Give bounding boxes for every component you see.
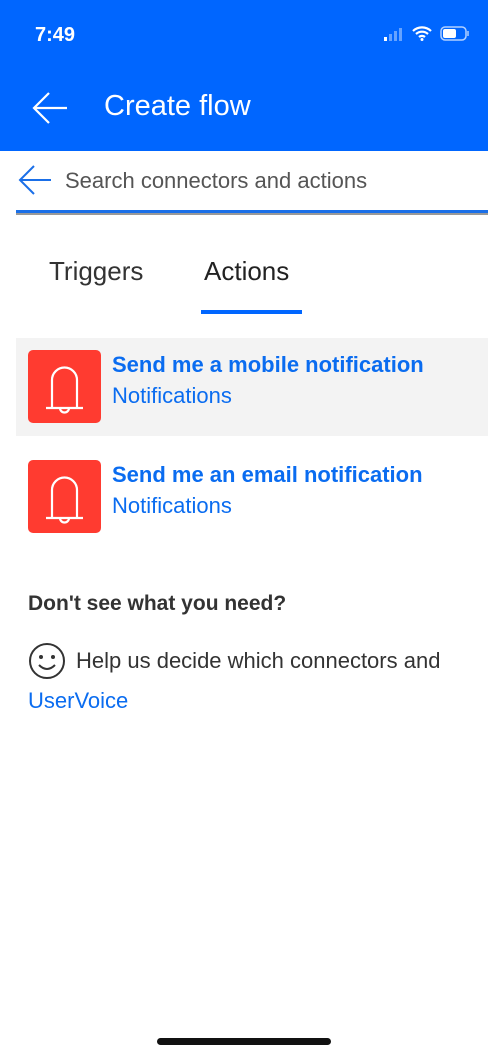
smiley-icon [29,643,65,679]
active-tab-indicator [201,310,302,314]
item-subtitle: Notifications [112,383,232,408]
list-item[interactable]: Send me an email notification Notificati… [16,448,488,546]
tab-actions[interactable]: Actions [204,256,289,287]
item-title: Send me a mobile notification [112,352,424,377]
search-bar[interactable]: Search connectors and actions [16,151,488,213]
feedback-text: Help us decide which connectors and [76,648,441,673]
signal-icon [384,27,402,41]
bell-icon [28,460,101,533]
search-input[interactable]: Search connectors and actions [65,168,367,194]
feedback-heading: Don't see what you need? [28,592,287,615]
uservoice-link[interactable]: UserVoice [28,688,128,714]
wifi-icon [412,26,432,41]
home-indicator[interactable] [157,1038,331,1045]
item-title: Send me an email notification [112,462,423,487]
search-back-arrow-icon[interactable] [18,165,52,197]
tab-triggers[interactable]: Triggers [49,256,143,287]
back-arrow-icon[interactable] [32,92,68,124]
status-time: 7:49 [35,24,76,46]
app-header: 7:49 Create flow [0,0,488,151]
page-title: Create flow [104,90,251,122]
item-subtitle: Notifications [112,493,232,518]
status-icons [384,26,470,41]
feedback-row: Help us decide which connectors and [28,642,488,680]
list-item[interactable]: Send me a mobile notification Notificati… [16,338,488,436]
bell-icon [28,350,101,423]
battery-icon [440,26,469,41]
